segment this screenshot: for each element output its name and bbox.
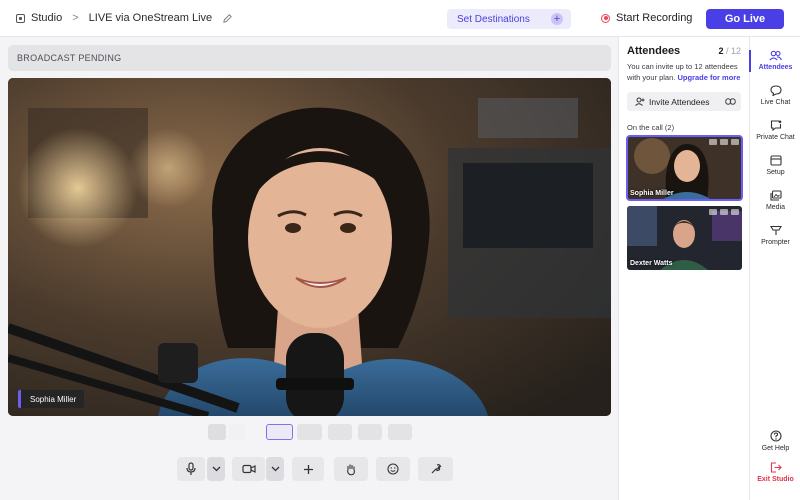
invite-attendees-button[interactable]: Invite Attendees [627,92,734,111]
settings-tools-button[interactable] [418,457,453,481]
rail-label: Live Chat [760,99,791,106]
rail-item-prompter[interactable]: Prompter [750,225,800,246]
attendees-title: Attendees [627,45,681,57]
layout-option-pip[interactable] [388,424,412,440]
rail-label: Private Chat [756,134,795,141]
go-live-button[interactable]: Go Live [706,9,784,29]
hand-icon [347,464,355,475]
set-destinations-button[interactable]: Set Destinations + [447,9,571,29]
help-icon [769,430,782,442]
participant-controls [709,139,739,145]
microphone-button[interactable] [177,457,205,481]
studio-icon [16,13,25,23]
mic-status-icon [709,209,717,215]
upgrade-link[interactable]: Upgrade for more [677,73,740,82]
attendee-count: 2 / 12 [718,46,741,56]
rail-label: Setup [766,169,785,176]
participant-tile[interactable]: Sophia Miller [626,135,743,201]
chat-bubble-icon [769,85,782,96]
camera-status-icon [720,209,728,215]
copy-invite-link-button[interactable] [720,92,741,111]
invite-attendees-label: Invite Attendees [649,96,710,107]
mobile-view-toggle[interactable] [229,424,245,440]
media-icon [769,190,782,201]
start-recording-button[interactable]: Start Recording [601,12,692,24]
breadcrumb: Studio > LIVE via OneStream Live [16,12,233,24]
rail-label: Prompter [761,239,790,246]
chevron-down-icon [212,466,220,472]
right-rail: Attendees Live Chat Private Chat Setup M… [749,37,800,500]
rail-label: Attendees [758,64,793,71]
raise-hand-button[interactable] [334,457,368,481]
get-help-button[interactable]: Get Help [750,430,800,452]
exit-studio-label: Exit Studio [757,476,794,483]
rail-item-attendees[interactable]: Attendees [749,50,800,72]
participant-controls [709,209,739,215]
add-source-button[interactable] [292,457,324,481]
layout-option-side[interactable] [358,424,382,440]
people-icon [769,50,782,61]
attendee-limit-info: You can invite up to 12 attendees with y… [627,62,747,83]
plus-icon: + [551,13,563,25]
rail-item-live-chat[interactable]: Live Chat [750,85,800,106]
add-user-icon [635,97,645,106]
start-recording-label: Start Recording [616,12,693,24]
plus-icon [303,464,313,474]
camera-options-dropdown[interactable] [266,457,284,481]
exit-icon [770,462,782,473]
private-chat-icon [770,120,781,131]
wrench-icon [431,464,441,474]
speaker-name-tag: Sophia Miller [18,390,85,408]
attendee-count-max: / 12 [725,46,741,56]
participant-tile[interactable]: Dexter Watts [627,206,742,270]
breadcrumb-separator: > [72,12,79,24]
camera-icon [241,464,256,474]
more-options-icon[interactable] [731,209,739,215]
edit-pencil-icon[interactable] [222,13,233,24]
chevron-down-icon [271,466,279,472]
on-call-label: On the call (2) [627,123,675,132]
camera-button[interactable] [232,457,265,481]
speaker-video-image [8,78,611,416]
attendees-panel: Attendees 2 / 12 You can invite up to 12… [618,37,749,500]
layout-option-split[interactable] [297,424,322,440]
broadcast-status-banner: BROADCAST PENDING [8,45,611,71]
participant-name: Sophia Miller [630,190,674,197]
set-destinations-label: Set Destinations [457,13,530,25]
get-help-label: Get Help [761,445,790,452]
microphone-options-dropdown[interactable] [207,457,225,481]
link-icon [725,98,736,105]
setup-icon [769,155,782,166]
record-icon [601,13,610,23]
prompter-icon [769,225,782,235]
attendee-count-value: 2 [718,46,724,56]
exit-studio-button[interactable]: Exit Studio [750,462,800,483]
studio-link[interactable]: Studio [31,12,62,24]
main-video-feed[interactable]: Sophia Miller [8,78,611,416]
rail-item-media[interactable]: Media [750,190,800,211]
rail-item-private-chat[interactable]: Private Chat [750,120,800,141]
layout-option-grid[interactable] [328,424,352,440]
layout-option-solo[interactable] [266,424,293,440]
mic-status-icon [709,139,717,145]
rail-item-setup[interactable]: Setup [750,155,800,176]
reactions-button[interactable] [376,457,410,481]
top-bar: Studio > LIVE via OneStream Live Set Des… [0,0,800,37]
participant-name: Dexter Watts [630,260,673,267]
desktop-view-toggle[interactable] [208,424,226,440]
rail-label: Media [765,204,786,211]
emoji-icon [387,463,399,475]
camera-status-icon [720,139,728,145]
stream-title: LIVE via OneStream Live [88,12,213,24]
more-options-icon[interactable] [731,139,739,145]
microphone-icon [186,462,196,475]
